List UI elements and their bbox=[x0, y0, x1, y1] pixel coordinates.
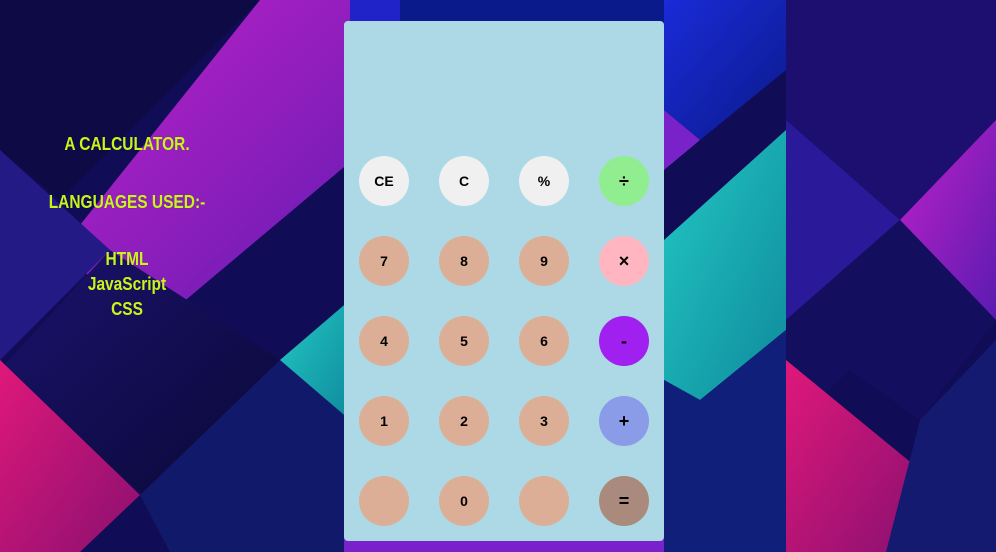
percent-button[interactable]: % bbox=[519, 156, 569, 206]
digit-5-button[interactable]: 5 bbox=[439, 316, 489, 366]
digit-2-button[interactable]: 2 bbox=[439, 396, 489, 446]
page-title: A CALCULATOR. bbox=[64, 134, 190, 154]
languages-heading: LANGUAGES USED:- bbox=[48, 192, 206, 212]
equals-button[interactable]: = bbox=[599, 476, 649, 526]
add-button[interactable]: + bbox=[599, 396, 649, 446]
calculator-display bbox=[356, 33, 652, 143]
clear-entry-button[interactable]: CE bbox=[359, 156, 409, 206]
language-css: CSS bbox=[111, 299, 143, 319]
blank-button-left[interactable] bbox=[359, 476, 409, 526]
subtract-button[interactable]: - bbox=[599, 316, 649, 366]
digit-8-button[interactable]: 8 bbox=[439, 236, 489, 286]
divide-button[interactable]: ÷ bbox=[599, 156, 649, 206]
digit-0-button[interactable]: 0 bbox=[439, 476, 489, 526]
clear-button[interactable]: C bbox=[439, 156, 489, 206]
digit-4-button[interactable]: 4 bbox=[359, 316, 409, 366]
language-html: HTML bbox=[105, 249, 149, 269]
digit-6-button[interactable]: 6 bbox=[519, 316, 569, 366]
digit-1-button[interactable]: 1 bbox=[359, 396, 409, 446]
language-javascript: JavaScript bbox=[87, 274, 167, 294]
digit-7-button[interactable]: 7 bbox=[359, 236, 409, 286]
page-background: A CALCULATOR. LANGUAGES USED:- HTML Java… bbox=[0, 0, 996, 552]
digit-3-button[interactable]: 3 bbox=[519, 396, 569, 446]
blank-button-right[interactable] bbox=[519, 476, 569, 526]
multiply-button[interactable]: × bbox=[599, 236, 649, 286]
calculator-panel: CE C% ÷ 7 8 9 × 4 5 6- 1 2 3 +0 = bbox=[344, 21, 664, 541]
digit-9-button[interactable]: 9 bbox=[519, 236, 569, 286]
